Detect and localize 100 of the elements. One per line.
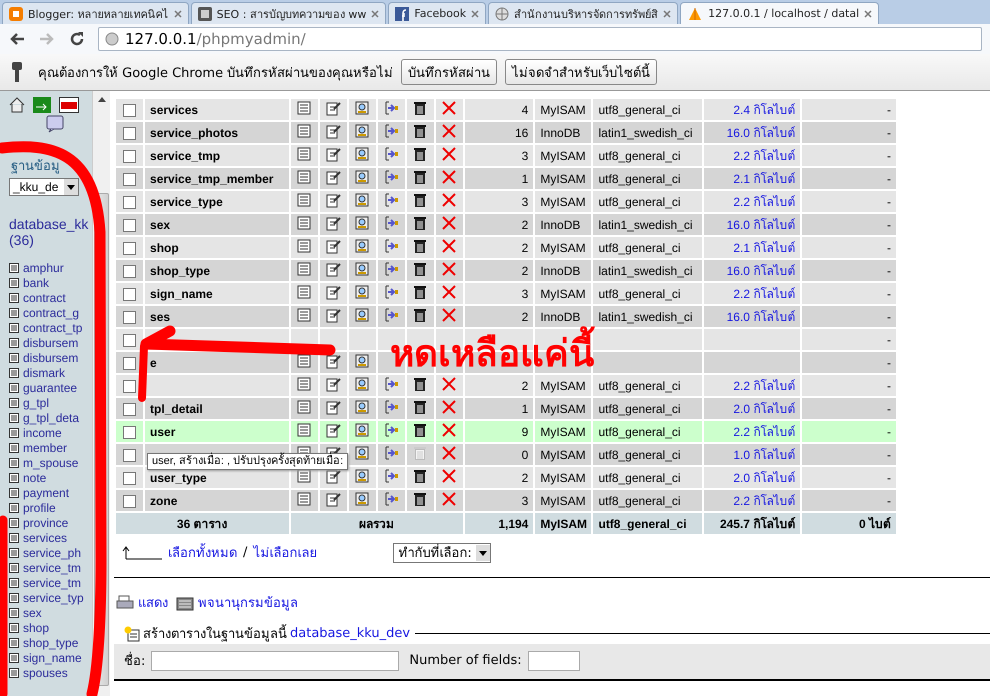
- list-icon[interactable]: [296, 353, 312, 369]
- table-name-link[interactable]: user: [150, 424, 176, 438]
- sidebar-table-link[interactable]: disbursem: [9, 335, 78, 350]
- check-all-link[interactable]: เลือกทั้งหมด: [168, 542, 237, 563]
- trash-icon[interactable]: [412, 146, 428, 162]
- cross-icon[interactable]: [441, 399, 458, 415]
- clipboard-icon[interactable]: [325, 123, 342, 139]
- magnifier-icon[interactable]: [354, 123, 370, 139]
- magnifier-icon[interactable]: [354, 238, 370, 254]
- trash-icon[interactable]: [412, 238, 428, 254]
- magnifier-icon[interactable]: [354, 192, 370, 208]
- trash-icon[interactable]: [412, 123, 428, 139]
- size-link[interactable]: 2.2 กิโลไบต์: [733, 195, 796, 209]
- sidebar-table-link[interactable]: province: [9, 515, 68, 530]
- insert-icon[interactable]: [383, 445, 400, 461]
- browser-tab[interactable]: Blogger: หลายหลายเทคนิคไ: [2, 2, 189, 24]
- table-name-link[interactable]: ses: [150, 310, 170, 324]
- clipboard-icon[interactable]: [325, 261, 342, 277]
- row-checkbox[interactable]: [123, 426, 136, 439]
- sidebar-table-link[interactable]: sign_name: [9, 650, 82, 665]
- clipboard-icon[interactable]: [325, 307, 342, 323]
- list-icon[interactable]: [296, 261, 312, 277]
- table-name-link[interactable]: shop: [150, 240, 179, 254]
- row-checkbox[interactable]: [123, 242, 136, 255]
- table-name-link[interactable]: service_photos: [150, 126, 238, 140]
- row-checkbox[interactable]: [123, 150, 136, 163]
- sidebar-table-link[interactable]: service_tm: [9, 575, 82, 590]
- list-icon[interactable]: [296, 169, 312, 185]
- list-icon[interactable]: [296, 399, 312, 415]
- browser-tab[interactable]: Facebook: [388, 2, 486, 24]
- trash-icon[interactable]: [412, 100, 428, 116]
- size-link[interactable]: 2.2 กิโลไบต์: [733, 149, 796, 163]
- sidebar-table-link[interactable]: dismark: [9, 365, 66, 380]
- magnifier-icon[interactable]: [354, 284, 370, 300]
- clipboard-icon[interactable]: [325, 491, 342, 507]
- clipboard-icon[interactable]: [325, 353, 342, 369]
- insert-icon[interactable]: [383, 215, 400, 231]
- insert-icon[interactable]: [383, 307, 400, 323]
- magnifier-icon[interactable]: [354, 215, 370, 231]
- dictionary-icon[interactable]: [176, 594, 194, 610]
- size-link[interactable]: 16.0 กิโลไบต์: [726, 310, 796, 324]
- query-window-icon[interactable]: [46, 115, 64, 133]
- row-checkbox[interactable]: [123, 448, 136, 462]
- infobar-button[interactable]: ไม่จดจำสำหรับเว็บไซต์นี้: [505, 59, 658, 85]
- row-checkbox[interactable]: [123, 334, 136, 347]
- list-icon[interactable]: [296, 376, 312, 392]
- magnifier-icon[interactable]: [354, 468, 370, 484]
- row-checkbox[interactable]: [123, 288, 136, 301]
- trash-icon[interactable]: [412, 468, 428, 484]
- size-link[interactable]: 2.2 กิโลไบต์: [733, 379, 796, 393]
- list-icon[interactable]: [296, 307, 312, 323]
- list-icon[interactable]: [296, 422, 312, 438]
- sidebar-table-link[interactable]: contract_g: [9, 305, 80, 320]
- table-row[interactable]: services 4 MyISAM utf8_general_ci 2.4 กิโลไบต์ -: [116, 99, 896, 120]
- magnifier-icon[interactable]: [354, 169, 370, 185]
- close-icon[interactable]: [174, 10, 182, 18]
- close-icon[interactable]: [471, 10, 480, 18]
- table-row[interactable]: tpl_detail 1 MyISAM utf8_general_ci 2.0 กิโลไบต์ -: [116, 398, 896, 419]
- clipboard-icon[interactable]: [325, 399, 342, 415]
- list-icon[interactable]: [296, 491, 312, 507]
- clipboard-icon[interactable]: [325, 169, 342, 185]
- uncheck-all-link[interactable]: ไม่เลือกเลย: [253, 542, 318, 563]
- cross-icon[interactable]: [441, 307, 458, 323]
- trash-icon[interactable]: [412, 192, 428, 208]
- magnifier-icon[interactable]: [354, 100, 370, 116]
- table-name-link[interactable]: user_type: [150, 470, 207, 484]
- table-row[interactable]: service_photos 16 InnoDB latin1_swedish_ci 16.0 กิโลไบต์ -: [116, 122, 896, 143]
- row-checkbox[interactable]: [123, 196, 136, 209]
- trash-icon[interactable]: [412, 376, 428, 392]
- size-link[interactable]: 16.0 กิโลไบต์: [726, 126, 796, 140]
- table-name-link[interactable]: shop_type: [150, 264, 210, 278]
- insert-icon[interactable]: [383, 468, 400, 484]
- address-bar[interactable]: 127.0.0.1/phpmyadmin/: [98, 27, 982, 51]
- sql-icon[interactable]: [59, 97, 79, 113]
- trash-icon[interactable]: [412, 491, 428, 507]
- cross-icon[interactable]: [441, 100, 458, 116]
- close-icon[interactable]: [371, 10, 380, 18]
- row-checkbox[interactable]: [123, 172, 136, 186]
- clipboard-icon[interactable]: [325, 422, 342, 438]
- insert-icon[interactable]: [383, 123, 400, 139]
- cross-icon[interactable]: [441, 491, 458, 507]
- insert-icon[interactable]: [383, 169, 400, 185]
- insert-icon[interactable]: [383, 284, 400, 300]
- table-row[interactable]: 2 MyISAM utf8_general_ci 2.2 กิโลไบต์ -: [116, 375, 896, 396]
- table-name-link[interactable]: service_tmp_member: [150, 172, 274, 186]
- printer-icon[interactable]: [116, 594, 134, 610]
- table-row[interactable]: sign_name 3 MyISAM utf8_general_ci 2.2 กิโลไบต์ -: [116, 283, 896, 304]
- list-icon[interactable]: [296, 238, 312, 254]
- table-row[interactable]: shop 2 MyISAM utf8_general_ci 2.1 กิโลไบต์ -: [116, 237, 896, 258]
- database-select[interactable]: _kku_de: [9, 178, 79, 196]
- trash-icon[interactable]: [412, 399, 428, 415]
- sidebar-table-link[interactable]: contract: [9, 290, 66, 305]
- row-checkbox[interactable]: [123, 218, 136, 232]
- row-checkbox[interactable]: [123, 264, 136, 278]
- table-row[interactable]: service_type 3 MyISAM utf8_general_ci 2.2 กิโลไบต์ -: [116, 191, 896, 212]
- sidebar-table-link[interactable]: disbursem: [9, 350, 78, 365]
- size-link[interactable]: 2.0 กิโลไบต์: [733, 471, 796, 485]
- list-icon[interactable]: [296, 100, 312, 116]
- table-row[interactable]: sex 2 InnoDB latin1_swedish_ci 16.0 กิโลไบต์ -: [116, 214, 896, 235]
- browser-tab[interactable]: สำนักงานบริหารจัดการทรัพย์สิ: [488, 2, 678, 24]
